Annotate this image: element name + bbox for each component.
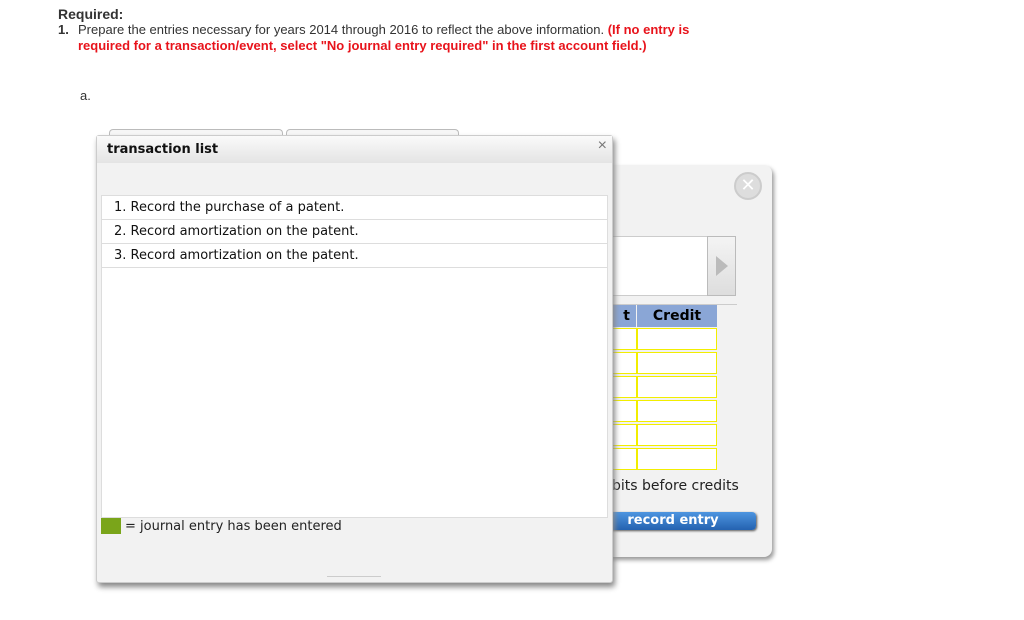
record-entry-button[interactable]: record entry [590,512,756,530]
part-label: a. [80,88,91,103]
credit-cell[interactable] [637,400,717,422]
credit-cell[interactable] [637,448,717,470]
list-item[interactable]: 1. Record the purchase of a patent. [102,196,607,220]
list-item[interactable]: 2. Record amortization on the patent. [102,220,607,244]
legend: = journal entry has been entered [101,518,342,534]
credit-cell[interactable] [637,352,717,374]
credit-cell[interactable] [637,424,717,446]
question-1: 1. Prepare the entries necessary for yea… [58,22,738,54]
credit-cell[interactable] [637,328,717,350]
transaction-list: 1. Record the purchase of a patent. 2. R… [101,195,608,518]
next-arrow-button[interactable] [707,236,736,296]
list-item[interactable]: 3. Record amortization on the patent. [102,244,607,268]
dialog-title-bar[interactable]: transaction list × [97,136,612,163]
required-heading: Required: [58,6,124,22]
resize-grip[interactable] [327,576,381,577]
debits-before-credits-note: bits before credits [612,478,739,494]
legend-swatch [101,518,121,534]
dialog-title: transaction list [107,142,219,157]
question-number: 1. [58,22,69,37]
close-icon[interactable]: ✕ [734,172,762,200]
credit-header: Credit [637,305,717,327]
close-icon[interactable]: × [598,137,607,155]
legend-text: = journal entry has been entered [125,518,342,534]
credit-cell[interactable] [637,376,717,398]
transaction-list-dialog: transaction list × 1. Record the purchas… [96,135,613,583]
question-text: Prepare the entries necessary for years … [78,22,605,37]
